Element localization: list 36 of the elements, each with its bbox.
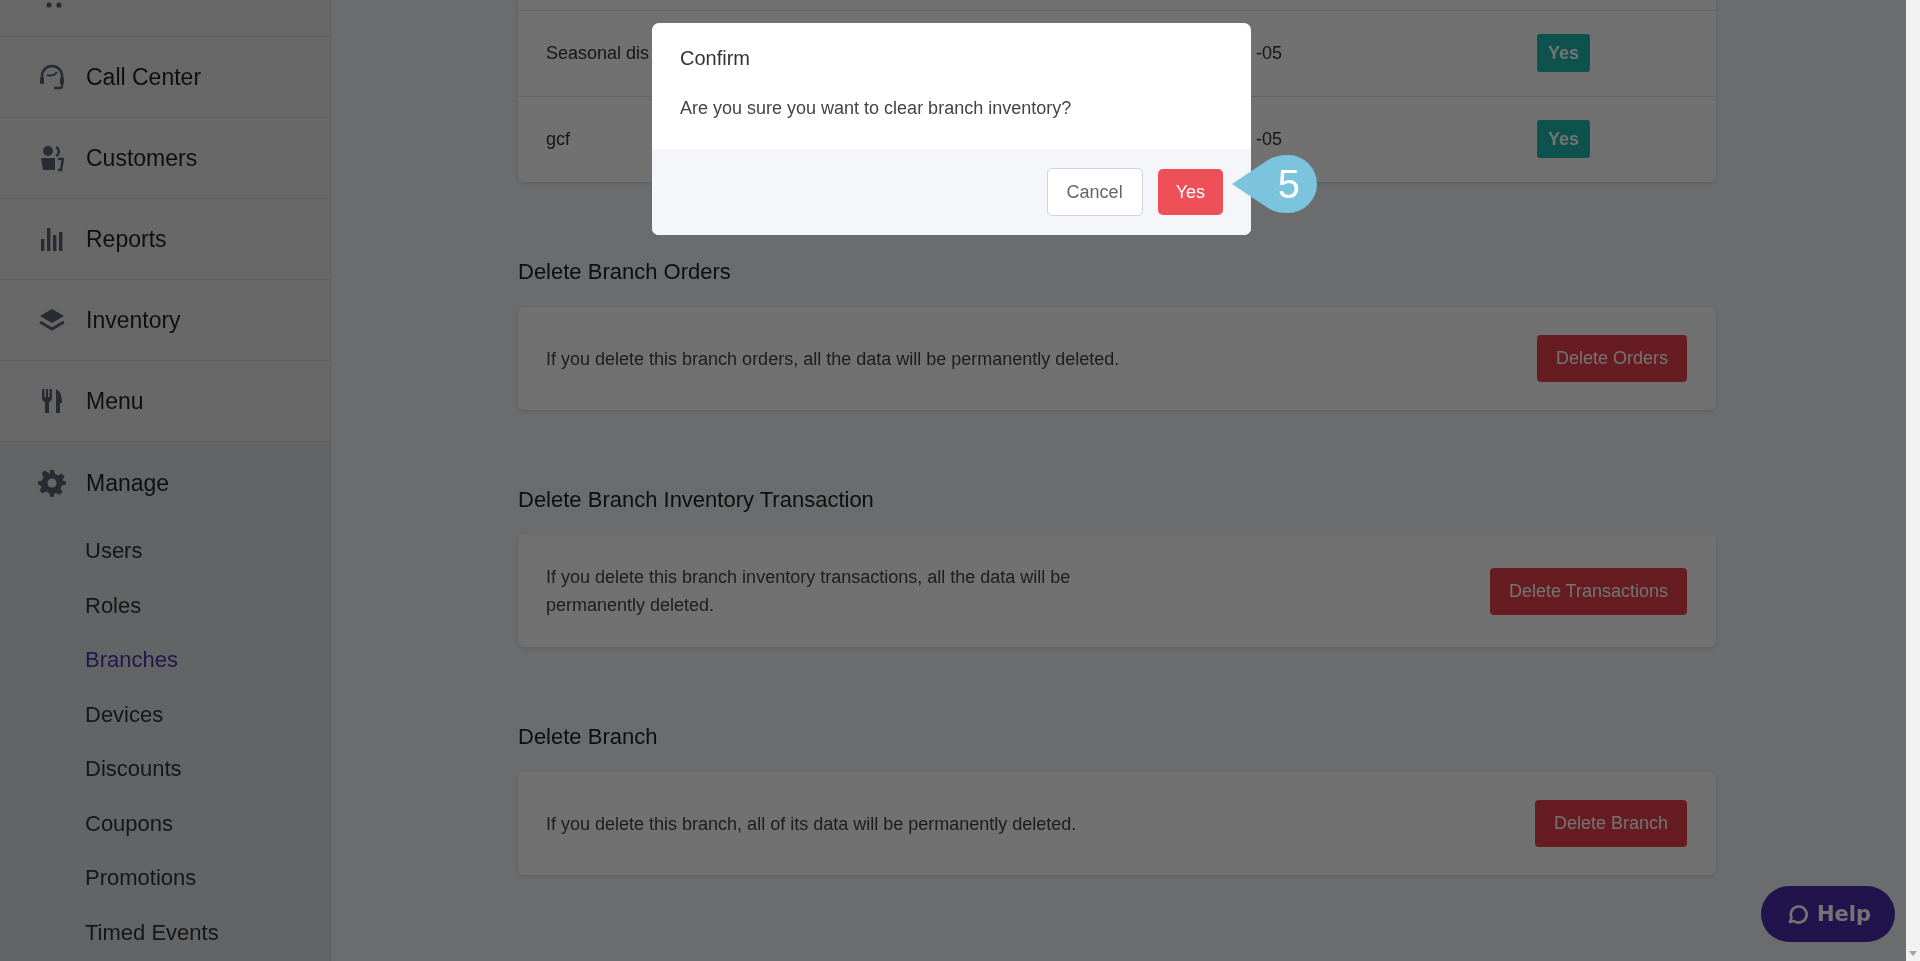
users-icon — [38, 144, 66, 172]
status-badge: Yes — [1537, 120, 1591, 158]
sidebar-item[interactable]: Customers — [0, 118, 330, 199]
sidebar-item[interactable]: Reports — [0, 199, 330, 280]
scroll-down-icon[interactable] — [1909, 951, 1917, 956]
table-cell: -05 — [1256, 129, 1282, 150]
table-cell-text: Seasonal dis — [545, 43, 650, 64]
warning-text: If you delete this branch orders, all the data will be permanently deleted. — [546, 347, 1120, 371]
warning-text: If you delete this branch inventory transactions, all the data will be permanently deleted. — [546, 566, 1072, 617]
sidebar-subitem[interactable]: Roles — [0, 578, 142, 633]
sidebar-item[interactable]: Inventory — [0, 280, 330, 361]
help-button[interactable]: Help — [1761, 886, 1895, 942]
headset-icon — [38, 63, 66, 91]
sidebar-subitem[interactable]: Branches — [0, 633, 178, 688]
sidebar-subitem[interactable]: Users — [0, 524, 143, 579]
warning-text: If you delete this branch, all of its data will be permanently deleted. — [546, 812, 1077, 836]
delete-button[interactable]: Delete Orders — [1536, 335, 1687, 382]
gear-icon — [38, 469, 66, 497]
status-badge: Yes — [1537, 34, 1591, 72]
cancel-button[interactable]: Cancel — [1046, 168, 1143, 216]
section-title: Delete Branch — [518, 723, 658, 751]
yes-button[interactable]: Yes — [1157, 169, 1223, 215]
sidebar-subitem[interactable]: Coupons — [0, 796, 174, 851]
sidebar-item[interactable]: Call Center — [0, 37, 330, 118]
sidebar-subitem[interactable]: Discounts — [0, 742, 182, 797]
table-cell: -05 — [1256, 43, 1282, 64]
sidebar-subitem[interactable]: Timed Events — [0, 905, 219, 960]
section-title: Delete Branch Inventory Transaction — [518, 486, 874, 514]
sidebar-subitem[interactable]: Promotions — [0, 851, 197, 906]
delete-button[interactable]: Delete Transactions — [1489, 567, 1687, 615]
dialog-title: Confirm — [679, 46, 751, 70]
table-cell-text: gcf — [545, 129, 570, 150]
section-title: Delete Branch Orders — [518, 258, 731, 286]
dialog-message: Are you sure you want to clear branch inventory? — [679, 97, 1073, 119]
delete-button[interactable]: Delete Branch — [1534, 800, 1687, 847]
sidebar-subitem[interactable]: Devices — [0, 687, 164, 742]
